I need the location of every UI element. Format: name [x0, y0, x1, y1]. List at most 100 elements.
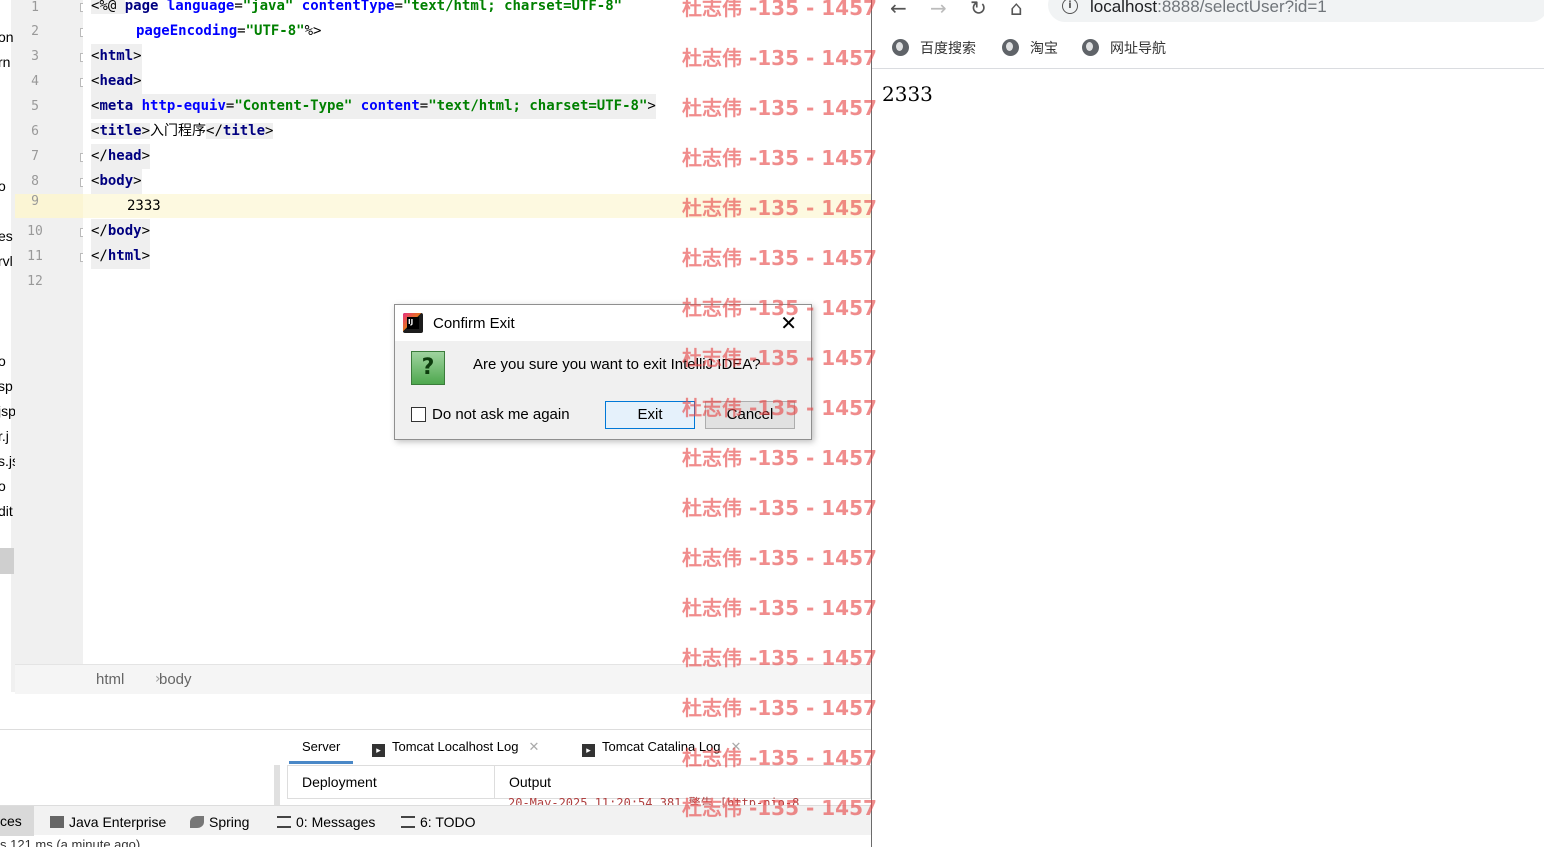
code-token: body — [99, 173, 134, 189]
bookmark-label: 网址导航 — [1110, 40, 1166, 56]
code-token: 2333 — [127, 198, 161, 214]
line-number: 1 — [31, 0, 39, 15]
site-info-icon[interactable]: i — [1062, 0, 1078, 14]
url-text[interactable]: localhost:8888/selectUser?id=1 — [1090, 0, 1327, 17]
project-tree-item[interactable]: o — [0, 478, 6, 494]
editor-gutter: 1 2 3 4 5 6 7 8 10 11 12 — [15, 0, 89, 664]
deployment-header: Deployment — [287, 765, 495, 799]
globe-icon — [1082, 39, 1099, 56]
tab-label: Tomcat Localhost Log — [392, 739, 519, 754]
bookmark-label: 淘宝 — [1030, 40, 1058, 56]
code-token: "text/html; charset=UTF-8" — [402, 0, 623, 14]
code-token: %> — [304, 23, 322, 39]
project-tree-panel[interactable]: on rn o es rvl o sp jsp r.j s.js o dit — [0, 0, 15, 692]
bookmark-url-navigation[interactable]: 网址导航 — [1082, 38, 1166, 58]
services-tree[interactable] — [0, 765, 280, 805]
code-token: <%@ — [91, 0, 125, 14]
tool-button-messages[interactable]: 0: Messages — [277, 814, 375, 830]
reload-icon[interactable]: ↻ — [970, 0, 987, 20]
tool-button-todo[interactable]: 6: TODO — [401, 814, 476, 830]
code-token: head — [107, 148, 142, 164]
close-icon[interactable]: ✕ — [731, 739, 742, 754]
home-icon[interactable]: ⌂ — [1010, 0, 1023, 20]
code-token: pageEncoding — [136, 23, 238, 39]
tool-button-java-enterprise[interactable]: Java Enterprise — [50, 814, 166, 830]
tab-label: Tomcat Catalina Log — [602, 739, 721, 754]
code-line-10[interactable]: </body> — [91, 219, 151, 244]
code-token: title — [222, 123, 266, 139]
line-number: 11 — [27, 249, 43, 264]
code-line-4[interactable]: <head> — [91, 69, 142, 94]
project-tree-item[interactable]: jsp — [0, 403, 15, 419]
code-token: = — [237, 23, 246, 39]
code-line-7[interactable]: </head> — [91, 144, 151, 169]
project-tree-item[interactable]: rn — [0, 54, 10, 70]
code-line-6[interactable]: <title>入门程序</title> — [91, 119, 274, 144]
line-number: 8 — [31, 174, 39, 189]
code-token: http-equiv — [141, 98, 226, 114]
code-token: head — [99, 73, 134, 89]
line-number: 3 — [31, 49, 39, 64]
todo-list-icon — [401, 816, 415, 828]
project-tree-scrollbar-thumb[interactable] — [0, 548, 14, 574]
project-tree-item[interactable]: es — [0, 228, 13, 244]
code-line-11[interactable]: </html> — [91, 244, 151, 269]
globe-icon — [1002, 39, 1019, 56]
project-tree-item[interactable]: o — [0, 178, 6, 194]
line-number: 2 — [31, 24, 39, 39]
tool-button-services[interactable]: ces — [0, 806, 34, 836]
console-icon: ▸ — [372, 744, 385, 757]
code-line-3[interactable]: <html> — [91, 44, 142, 69]
project-tree-item[interactable]: dit — [0, 503, 13, 519]
browser-window: ← → ↻ ⌂ i localhost:8888/selectUser?id=1… — [871, 0, 1544, 847]
project-tree-item[interactable]: r.j — [0, 428, 9, 444]
code-token: body — [107, 223, 142, 239]
tab-tomcat-catalina-log[interactable]: ▸ Tomcat Catalina Log ✕ — [582, 730, 741, 764]
tool-label: Java Enterprise — [69, 814, 167, 830]
project-tree-item[interactable]: o — [0, 353, 6, 369]
dialog-titlebar[interactable]: IJ Confirm Exit ✕ — [395, 305, 811, 341]
code-token: html — [107, 248, 142, 264]
project-tree-item[interactable]: on — [0, 29, 14, 45]
java-enterprise-icon — [50, 816, 64, 828]
services-tool-window: Server ▸ Tomcat Localhost Log ✕ ▸ Tomcat Ca… — [0, 729, 871, 810]
do-not-ask-checkbox[interactable] — [411, 407, 426, 422]
exit-button[interactable]: Exit — [605, 401, 695, 429]
project-tree-item[interactable]: sp — [0, 378, 13, 394]
project-tree-item[interactable]: rvl — [0, 253, 13, 269]
address-bar[interactable]: i localhost:8888/selectUser?id=1 — [1048, 0, 1544, 22]
question-icon: ? — [411, 351, 445, 385]
code-token: = — [234, 0, 243, 14]
tab-server[interactable]: Server — [289, 730, 354, 764]
code-line-5[interactable]: <meta http-equiv="Content-Type" content=… — [91, 94, 656, 119]
breadcrumb-item-body[interactable]: body — [159, 671, 192, 688]
close-icon[interactable]: ✕ — [780, 311, 797, 335]
code-line-2[interactable]: pageEncoding="UTF-8"%> — [136, 19, 321, 44]
forward-arrow-icon[interactable]: → — [930, 0, 947, 20]
project-tree-item[interactable]: s.js — [0, 453, 15, 469]
console-icon: ▸ — [582, 744, 595, 757]
code-token: html — [99, 48, 134, 64]
tool-label: 0: Messages — [296, 814, 376, 830]
close-icon[interactable]: ✕ — [528, 739, 539, 754]
bookmark-baidu[interactable]: 百度搜索 — [892, 38, 976, 58]
code-line-1[interactable]: <%@ page language="java" contentType="te… — [91, 0, 622, 19]
code-token: "UTF-8" — [245, 23, 305, 39]
page-body-text: 2333 — [882, 82, 933, 106]
code-line-9[interactable]: 2333 — [127, 194, 161, 219]
line-number: 6 — [31, 124, 39, 139]
globe-icon — [892, 39, 909, 56]
bookmark-label: 百度搜索 — [920, 40, 976, 56]
code-token: meta — [99, 98, 134, 114]
do-not-ask-label[interactable]: Do not ask me again — [432, 406, 570, 423]
tab-tomcat-localhost-log[interactable]: ▸ Tomcat Localhost Log ✕ — [372, 730, 539, 764]
code-token: "java" — [242, 0, 294, 14]
status-bar-text: s 121 ms (a minute ago) — [0, 837, 141, 847]
back-arrow-icon[interactable]: ← — [890, 0, 907, 20]
cancel-button[interactable]: Cancel — [705, 401, 795, 429]
breadcrumb-item-html[interactable]: html — [96, 671, 124, 688]
bookmark-taobao[interactable]: 淘宝 — [1002, 38, 1058, 58]
code-line-8[interactable]: <body> — [91, 169, 142, 194]
tool-button-spring[interactable]: Spring — [190, 814, 249, 830]
line-number: 10 — [27, 224, 43, 239]
